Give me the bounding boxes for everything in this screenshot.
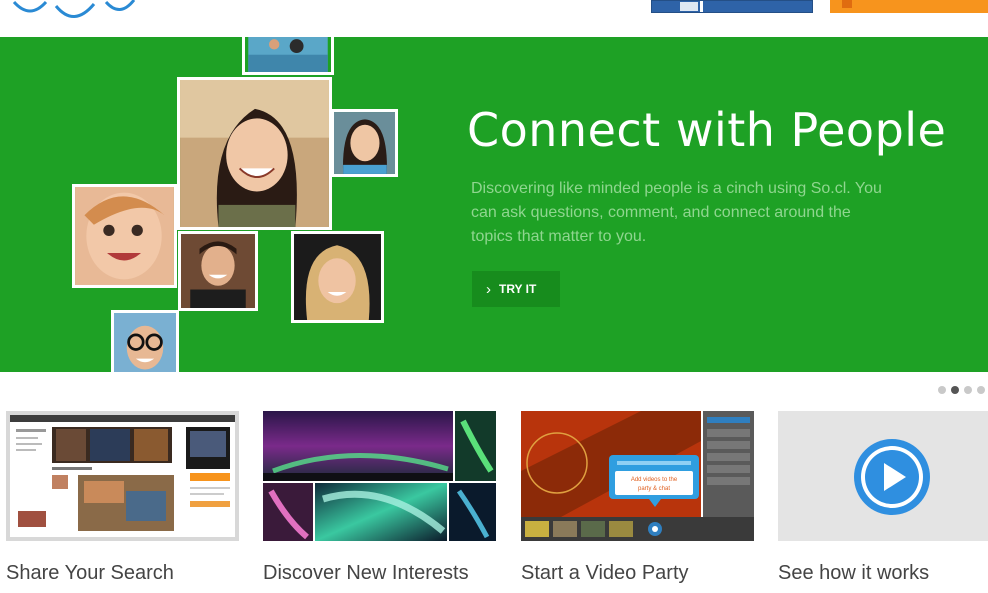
button-glyph-icon [680, 2, 698, 11]
tile-label-share-search[interactable]: Share Your Search [6, 562, 174, 585]
tile-discover-interests[interactable] [263, 411, 496, 541]
office-icon [842, 0, 852, 8]
carousel-dots [938, 386, 985, 394]
hero-title: Connect with People [467, 103, 947, 157]
tile-label-discover-interests[interactable]: Discover New Interests [263, 562, 469, 585]
photo-tile-man [178, 231, 258, 311]
sign-in-button[interactable] [651, 0, 813, 13]
discover-interests-thumbnail [263, 411, 496, 541]
tile-label-see-how-it-works[interactable]: See how it works [778, 562, 929, 585]
play-icon[interactable] [778, 411, 988, 541]
photo-tile-right [331, 109, 398, 177]
photo-tile-blonde [291, 231, 384, 323]
tile-see-how-it-works[interactable] [778, 411, 988, 541]
try-it-button[interactable]: › TRY IT [472, 271, 560, 307]
carousel-dot-4[interactable] [977, 386, 985, 394]
video-party-popup-line1: Add videos to the [631, 477, 678, 483]
hero-banner: Connect with People Discovering like min… [0, 37, 988, 372]
tile-video-party[interactable]: Add videos to the party & chat [521, 411, 754, 541]
tile-share-search[interactable] [6, 411, 239, 541]
photo-tile-main [177, 77, 332, 230]
carousel-dot-1[interactable] [938, 386, 946, 394]
try-it-label: TRY IT [499, 282, 537, 296]
tile-label-video-party[interactable]: Start a Video Party [521, 562, 689, 585]
top-bar [0, 0, 988, 36]
photo-tile-glasses [111, 310, 179, 372]
office-signin-button[interactable] [830, 0, 988, 13]
share-search-thumbnail [6, 411, 239, 541]
button-divider [700, 1, 703, 12]
video-party-popup-line2: party & chat [638, 486, 670, 492]
photo-tile-left [72, 184, 177, 288]
photo-tile-top [242, 37, 334, 75]
hero-description: Discovering like minded people is a cinc… [471, 180, 882, 245]
video-party-thumbnail: Add videos to the party & chat [521, 411, 754, 541]
logo-arc-icon[interactable] [10, 0, 140, 20]
carousel-dot-3[interactable] [964, 386, 972, 394]
chevron-right-icon: › [486, 280, 491, 298]
carousel-dot-2[interactable] [951, 386, 959, 394]
